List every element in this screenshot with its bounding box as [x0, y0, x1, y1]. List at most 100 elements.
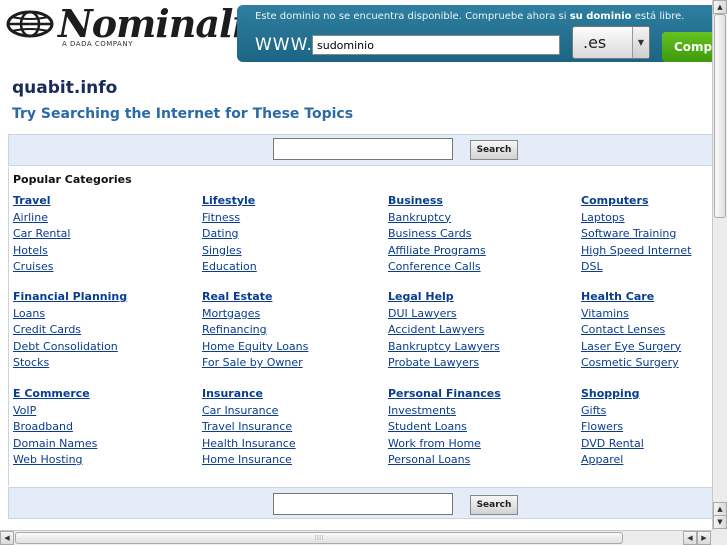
logo[interactable]: Nominalia A DADA COMPANY: [4, 4, 270, 52]
horizontal-scrollbar[interactable]: ◀ ⁞⁞⁞⁞ ◀ ▶: [0, 530, 712, 545]
category-column: Health Care Vitamins Contact Lenses Laser E…: [581, 289, 727, 372]
category-heading-link[interactable]: Health Care: [581, 289, 727, 306]
arrow-up-icon[interactable]: ▲: [713, 502, 727, 516]
arrow-up-icon[interactable]: ▲: [713, 0, 727, 14]
search-button[interactable]: Search: [470, 140, 518, 160]
category-link[interactable]: Conference Calls: [388, 259, 568, 276]
category-link[interactable]: Investments: [388, 403, 568, 420]
arrow-left-icon[interactable]: ◀: [683, 531, 697, 545]
domain-banner: Este dominio no se encuentra disponible.…: [237, 5, 722, 62]
category-link[interactable]: Health Insurance: [202, 436, 382, 453]
category-link[interactable]: Flowers: [581, 419, 727, 436]
category-link[interactable]: Refinancing: [202, 322, 382, 339]
category-link[interactable]: Domain Names: [13, 436, 193, 453]
category-link[interactable]: Accident Lawyers: [388, 322, 568, 339]
category-link[interactable]: DSL: [581, 259, 727, 276]
category-link[interactable]: Singles: [202, 243, 382, 260]
search-bar-top: Search: [8, 134, 713, 166]
category-link[interactable]: Debt Consolidation: [13, 339, 193, 356]
vertical-scrollbar[interactable]: ▲ ▲ ▼: [712, 0, 727, 530]
search-bar-bottom: Search: [8, 487, 713, 519]
category-heading-link[interactable]: Legal Help: [388, 289, 568, 306]
category-heading-link[interactable]: Travel: [13, 193, 193, 210]
arrow-left-icon[interactable]: ◀: [0, 531, 14, 545]
category-heading-link[interactable]: E Commerce: [13, 386, 193, 403]
category-link[interactable]: Personal Loans: [388, 452, 568, 469]
category-column: E Commerce VoIP Broadband Domain Names Web H…: [13, 386, 193, 469]
category-link[interactable]: Broadband: [13, 419, 193, 436]
category-link[interactable]: Laser Eye Surgery: [581, 339, 727, 356]
category-link[interactable]: Travel Insurance: [202, 419, 382, 436]
category-link[interactable]: Cosmetic Surgery: [581, 355, 727, 372]
category-link[interactable]: Vitamins: [581, 306, 727, 323]
category-link[interactable]: Fitness: [202, 210, 382, 227]
category-link[interactable]: Software Training: [581, 226, 727, 243]
category-column: Personal Finances Investments Student Loan…: [388, 386, 568, 469]
category-link[interactable]: Cruises: [13, 259, 193, 276]
category-link[interactable]: Education: [202, 259, 382, 276]
category-column: Financial Planning Loans Credit Cards Debt …: [13, 289, 193, 372]
category-heading-link[interactable]: Business: [388, 193, 568, 210]
tld-value: .es: [583, 33, 607, 52]
category-heading-link[interactable]: Lifestyle: [202, 193, 382, 210]
category-column: Shopping Gifts Flowers DVD Rental Apparel: [581, 386, 727, 469]
category-link[interactable]: For Sale by Owner: [202, 355, 382, 372]
vertical-scroll-thumb[interactable]: [714, 14, 726, 218]
category-link[interactable]: Home Insurance: [202, 452, 382, 469]
category-link[interactable]: Airline: [13, 210, 193, 227]
category-link[interactable]: VoIP: [13, 403, 193, 420]
chevron-down-icon[interactable]: ▼: [632, 27, 649, 58]
category-heading-link[interactable]: Real Estate: [202, 289, 382, 306]
tld-select[interactable]: .es ▼: [572, 26, 650, 59]
category-link[interactable]: Apparel: [581, 452, 727, 469]
category-heading-link[interactable]: Personal Finances: [388, 386, 568, 403]
category-link[interactable]: Home Equity Loans: [202, 339, 382, 356]
domain-input[interactable]: sudominio: [312, 35, 560, 55]
category-link[interactable]: Affiliate Programs: [388, 243, 568, 260]
category-link[interactable]: Bankruptcy Lawyers: [388, 339, 568, 356]
search-input[interactable]: [273, 138, 453, 160]
popular-categories-label: Popular Categories: [13, 173, 132, 186]
category-heading-link[interactable]: Shopping: [581, 386, 727, 403]
category-link[interactable]: DVD Rental: [581, 436, 727, 453]
category-link[interactable]: Mortgages: [202, 306, 382, 323]
category-column: Real Estate Mortgages Refinancing Home Equi…: [202, 289, 382, 372]
scrollbar-corner: [712, 530, 727, 545]
category-link[interactable]: Hotels: [13, 243, 193, 260]
category-link[interactable]: High Speed Internet: [581, 243, 727, 260]
category-link[interactable]: Work from Home: [388, 436, 568, 453]
header: Nominalia A DADA COMPANY Este dominio no…: [0, 0, 722, 68]
category-link[interactable]: Laptops: [581, 210, 727, 227]
banner-message-bold: su dominio: [569, 11, 632, 22]
arrow-right-icon[interactable]: ▶: [697, 531, 711, 545]
category-link[interactable]: Probate Lawyers: [388, 355, 568, 372]
category-link[interactable]: DUI Lawyers: [388, 306, 568, 323]
category-link[interactable]: Stocks: [13, 355, 193, 372]
category-link[interactable]: Student Loans: [388, 419, 568, 436]
page-subtitle: Try Searching the Internet for These Top…: [12, 106, 354, 122]
category-link[interactable]: Gifts: [581, 403, 727, 420]
category-heading-link[interactable]: Computers: [581, 193, 727, 210]
category-heading-link[interactable]: Financial Planning: [13, 289, 193, 306]
category-column: Legal Help DUI Lawyers Accident Lawyers Ban…: [388, 289, 568, 372]
category-column: Travel Airline Car Rental Hotels Cruises: [13, 193, 193, 276]
category-link[interactable]: Contact Lenses: [581, 322, 727, 339]
category-link[interactable]: Bankruptcy: [388, 210, 568, 227]
category-column: Business Bankruptcy Business Cards Affiliat…: [388, 193, 568, 276]
category-heading-link[interactable]: Insurance: [202, 386, 382, 403]
category-link[interactable]: Web Hosting: [13, 452, 193, 469]
page-title: quabit.info: [12, 78, 118, 98]
category-link[interactable]: Dating: [202, 226, 382, 243]
arrow-down-icon[interactable]: ▼: [713, 515, 727, 529]
search-button-bottom[interactable]: Search: [470, 495, 518, 515]
category-column: Computers Laptops Software Training High Sp…: [581, 193, 727, 276]
category-link[interactable]: Car Insurance: [202, 403, 382, 420]
horizontal-scroll-thumb[interactable]: ⁞⁞⁞⁞: [15, 532, 623, 544]
category-link[interactable]: Loans: [13, 306, 193, 323]
category-link[interactable]: Business Cards: [388, 226, 568, 243]
category-link[interactable]: Car Rental: [13, 226, 193, 243]
search-input-bottom[interactable]: [273, 493, 453, 515]
logo-tagline: A DADA COMPANY: [62, 40, 133, 48]
globe-icon: [6, 10, 54, 38]
category-link[interactable]: Credit Cards: [13, 322, 193, 339]
